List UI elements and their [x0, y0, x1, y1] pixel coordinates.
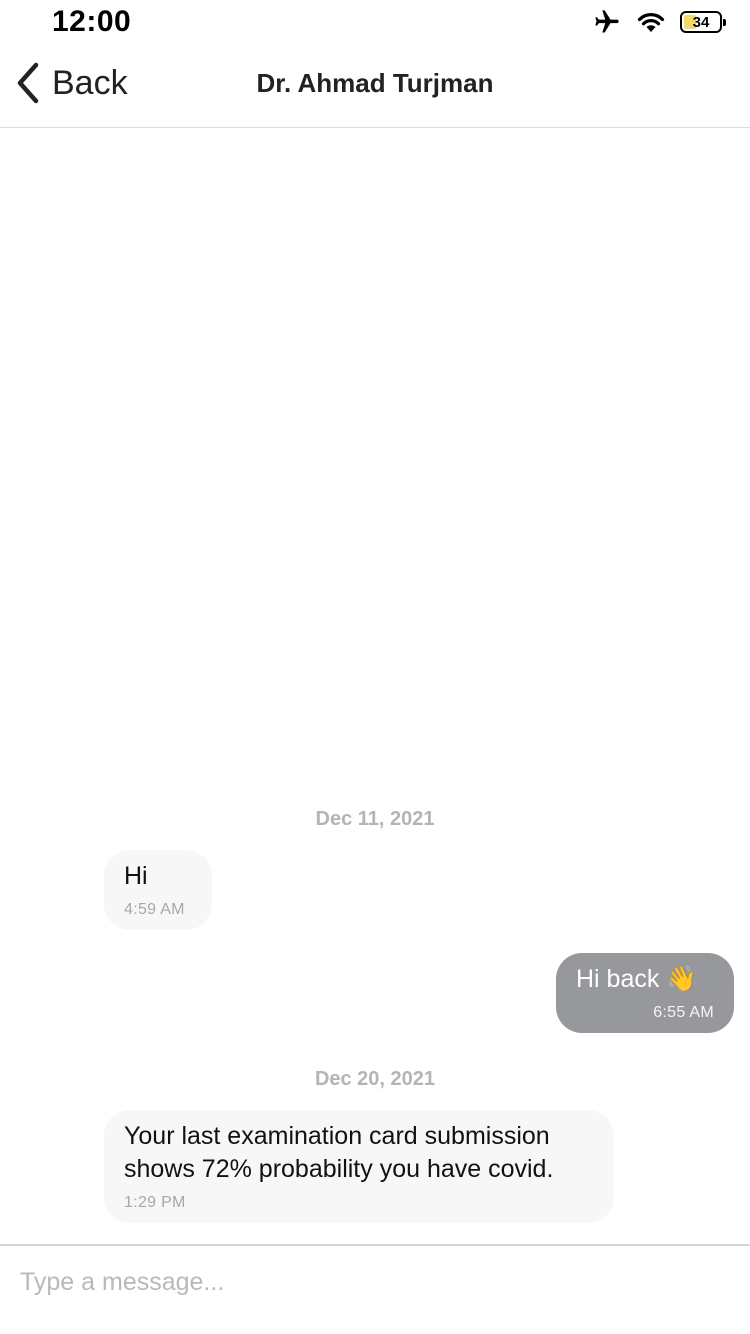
message-composer	[0, 1244, 750, 1334]
message-bubble-sent[interactable]: Hi back 👋 6:55 AM	[556, 953, 734, 1033]
status-time: 12:00	[52, 5, 132, 38]
message-input[interactable]	[20, 1262, 720, 1302]
chat-title: Dr. Ahmad Turjman	[256, 68, 494, 98]
date-separator: Dec 20, 2021	[314, 1068, 436, 1090]
nav-bar: Back Dr. Ahmad Turjman	[0, 44, 750, 128]
message-time: 1:29 PM	[124, 1194, 186, 1211]
message-bubble-received[interactable]: Your last examination card submission sh…	[104, 1110, 614, 1223]
battery-icon: 34	[680, 11, 726, 33]
message-text: Your last examination card submission sh…	[124, 1122, 554, 1183]
status-icons: 34	[592, 8, 726, 36]
battery-nub	[723, 19, 726, 26]
date-separator: Dec 11, 2021	[315, 808, 435, 830]
airplane-icon	[595, 10, 619, 33]
battery-level: 34	[692, 13, 710, 31]
wifi-icon	[637, 13, 665, 32]
message-time: 6:55 AM	[653, 1004, 714, 1021]
message-time: 4:59 AM	[124, 901, 185, 918]
message-bubble-received[interactable]: Hi 4:59 AM	[104, 850, 212, 930]
chat-screen: 12:00 34 Back Dr. Ahmad Turjman Dec 11, …	[0, 0, 750, 1334]
message-text: Hi back 👋	[576, 965, 698, 993]
message-text: Hi	[124, 862, 148, 890]
